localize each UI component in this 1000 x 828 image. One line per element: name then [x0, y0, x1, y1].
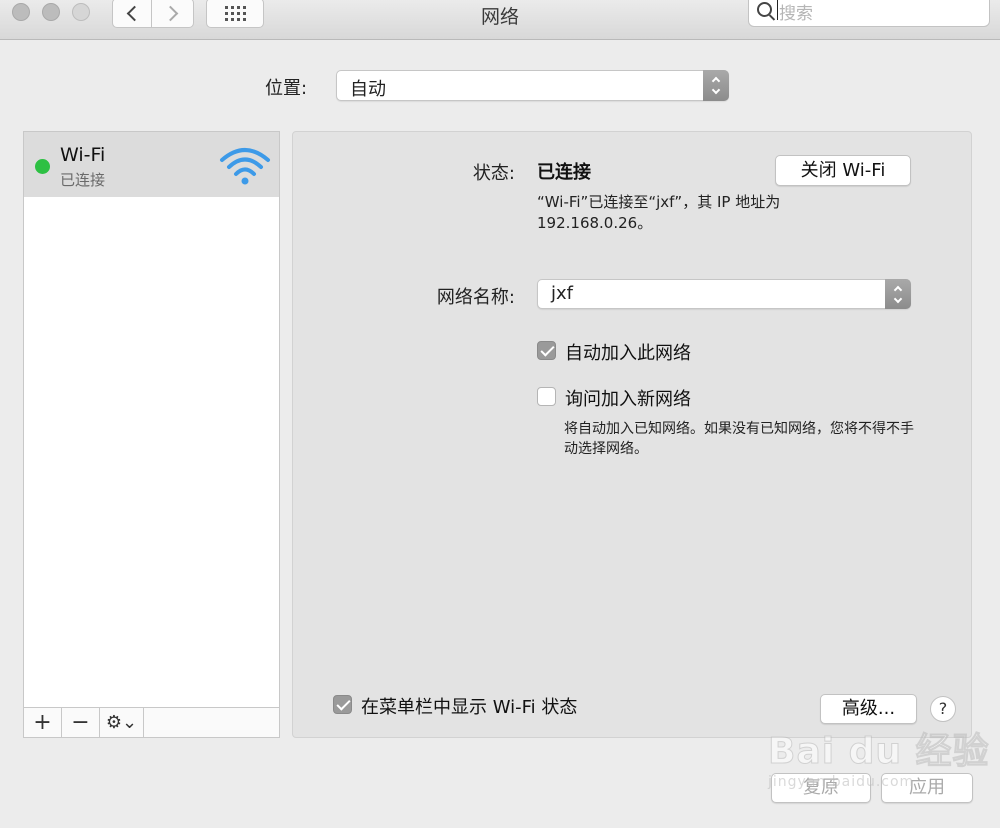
watermark-brand: Bai du 经验	[768, 731, 990, 773]
ask-join-checkbox[interactable]	[537, 387, 556, 406]
location-popup[interactable]: 自动	[336, 70, 729, 101]
auto-join-checkbox[interactable]	[537, 341, 556, 360]
show-in-menubar-checkbox[interactable]	[333, 695, 352, 714]
show-in-menubar-label[interactable]: 在菜单栏中显示 Wi-Fi 状态	[361, 693, 577, 719]
search-placeholder: 搜索	[779, 4, 813, 24]
popup-arrows-icon	[885, 279, 911, 309]
location-value: 自动	[350, 79, 386, 100]
watermark-url: jingyan.baidu.com	[768, 774, 915, 790]
auto-join-label[interactable]: 自动加入此网络	[565, 339, 691, 365]
window-titlebar: 网络 搜索	[0, 0, 1000, 40]
add-service-button[interactable]: +	[24, 708, 62, 737]
turn-off-wifi-button[interactable]: 关闭 Wi-Fi	[775, 155, 911, 186]
ask-join-description: 将自动加入已知网络。如果没有已知网络，您将不得不手动选择网络。	[564, 421, 914, 457]
network-name-label: 网络名称:	[436, 287, 515, 308]
text-caret	[777, 0, 778, 20]
search-input[interactable]: 搜索	[748, 0, 990, 27]
help-button[interactable]: ?	[930, 696, 956, 722]
status-description: “Wi-Fi”已连接至“jxf”，其 IP 地址为 192.168.0.26。	[537, 193, 781, 232]
status-value: 已连接	[537, 162, 591, 183]
gear-menu-button[interactable]: ⚙⌄	[100, 708, 144, 737]
baidu-watermark: Bai du 经验 jingyan.baidu.com	[768, 722, 990, 791]
popup-arrows-icon	[703, 70, 729, 101]
network-name-value: jxf	[551, 283, 573, 304]
detail-pane: 状态: 已连接 关闭 Wi-Fi “Wi-Fi”已连接至“jxf”，其 IP 地…	[292, 131, 972, 738]
advanced-button[interactable]: 高级...	[820, 694, 917, 724]
service-toolbar: + − ⚙⌄	[24, 707, 279, 737]
network-name-popup[interactable]: jxf	[537, 279, 911, 309]
wifi-icon	[220, 148, 270, 185]
service-name: Wi-Fi	[60, 144, 106, 166]
remove-service-button[interactable]: −	[62, 708, 100, 737]
status-dot-icon	[35, 159, 50, 174]
search-icon	[757, 2, 772, 17]
ask-join-label[interactable]: 询问加入新网络	[565, 385, 691, 411]
service-status: 已连接	[60, 171, 106, 189]
status-label: 状态:	[472, 163, 515, 184]
location-label: 位置:	[265, 78, 308, 99]
service-list[interactable]: Wi-Fi 已连接 + − ⚙⌄	[23, 131, 280, 738]
service-item-wifi[interactable]: Wi-Fi 已连接	[24, 132, 279, 197]
